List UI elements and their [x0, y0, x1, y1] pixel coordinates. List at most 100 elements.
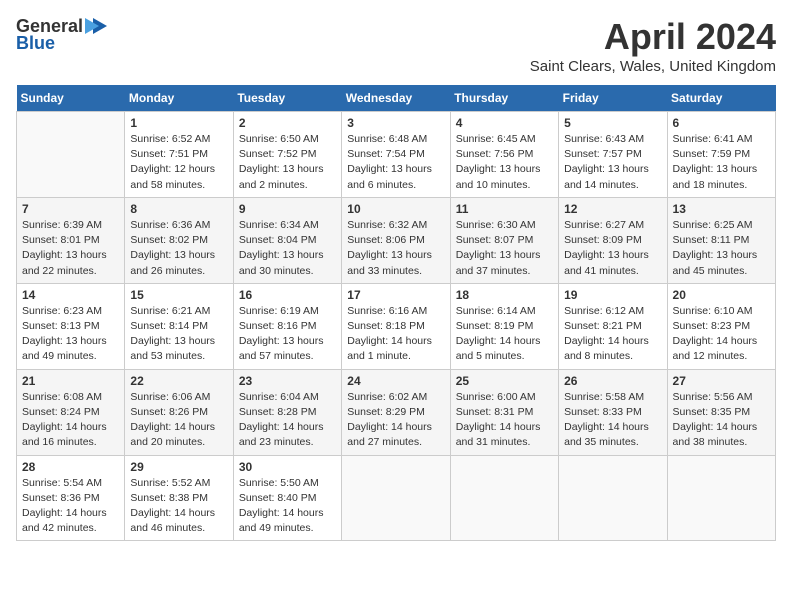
calendar-cell: 7 Sunrise: 6:39 AMSunset: 8:01 PMDaylight…: [17, 197, 125, 283]
day-info: Sunrise: 6:19 AMSunset: 8:16 PMDaylight:…: [239, 305, 324, 363]
calendar-cell: 8Sunrise: 6:36 AMSunset: 8:02 PMDaylight…: [125, 197, 233, 283]
day-number: 11: [456, 202, 553, 216]
calendar-cell: [342, 455, 450, 541]
day-number: 15: [130, 288, 227, 302]
calendar-table: SundayMondayTuesdayWednesdayThursdayFrid…: [16, 85, 776, 541]
day-number: 29: [130, 460, 227, 474]
calendar-cell: 14 Sunrise: 6:23 AMSunset: 8:13 PMDayligh…: [17, 283, 125, 369]
day-number: 28: [22, 460, 119, 474]
calendar-cell: 18 Sunrise: 6:14 AMSunset: 8:19 PMDayligh…: [450, 283, 558, 369]
day-number: 21: [22, 374, 119, 388]
weekday-header-row: SundayMondayTuesdayWednesdayThursdayFrid…: [17, 85, 776, 112]
calendar-cell: 1Sunrise: 6:52 AMSunset: 7:51 PMDaylight…: [125, 112, 233, 198]
day-info: Sunrise: 6:45 AMSunset: 7:56 PMDaylight:…: [456, 133, 541, 191]
day-info: Sunrise: 6:41 AMSunset: 7:59 PMDaylight:…: [673, 133, 758, 191]
day-number: 4: [456, 116, 553, 130]
calendar-week-2: 7 Sunrise: 6:39 AMSunset: 8:01 PMDaylight…: [17, 197, 776, 283]
calendar-cell: 9Sunrise: 6:34 AMSunset: 8:04 PMDaylight…: [233, 197, 341, 283]
calendar-cell: 11 Sunrise: 6:30 AMSunset: 8:07 PMDayligh…: [450, 197, 558, 283]
day-info: Sunrise: 5:52 AMSunset: 8:38 PMDaylight:…: [130, 477, 215, 535]
calendar-cell: 28Sunrise: 5:54 AMSunset: 8:36 PMDayligh…: [17, 455, 125, 541]
calendar-week-5: 28Sunrise: 5:54 AMSunset: 8:36 PMDayligh…: [17, 455, 776, 541]
day-info: Sunrise: 6:12 AMSunset: 8:21 PMDaylight:…: [564, 305, 649, 363]
day-info: Sunrise: 6:04 AMSunset: 8:28 PMDaylight:…: [239, 391, 324, 449]
calendar-cell: 3 Sunrise: 6:48 AMSunset: 7:54 PMDaylight…: [342, 112, 450, 198]
main-title: April 2024: [530, 16, 776, 58]
day-info: Sunrise: 6:27 AMSunset: 8:09 PMDaylight:…: [564, 219, 649, 277]
day-number: 14: [22, 288, 119, 302]
weekday-header-sunday: Sunday: [17, 85, 125, 112]
day-number: 18: [456, 288, 553, 302]
day-number: 27: [673, 374, 770, 388]
logo-blue: Blue: [16, 33, 55, 54]
day-number: 6: [673, 116, 770, 130]
day-info: Sunrise: 6:10 AMSunset: 8:23 PMDaylight:…: [673, 305, 758, 363]
day-number: 22: [130, 374, 227, 388]
weekday-header-monday: Monday: [125, 85, 233, 112]
calendar-cell: 22 Sunrise: 6:06 AMSunset: 8:26 PMDayligh…: [125, 369, 233, 455]
calendar-week-1: 1Sunrise: 6:52 AMSunset: 7:51 PMDaylight…: [17, 112, 776, 198]
day-info: Sunrise: 6:39 AMSunset: 8:01 PMDaylight:…: [22, 219, 107, 277]
subtitle: Saint Clears, Wales, United Kingdom: [530, 58, 776, 75]
day-number: 17: [347, 288, 444, 302]
day-info: Sunrise: 6:00 AMSunset: 8:31 PMDaylight:…: [456, 391, 541, 449]
day-info: Sunrise: 6:32 AMSunset: 8:06 PMDaylight:…: [347, 219, 432, 277]
day-info: Sunrise: 6:08 AMSunset: 8:24 PMDaylight:…: [22, 391, 107, 449]
calendar-week-4: 21 Sunrise: 6:08 AMSunset: 8:24 PMDayligh…: [17, 369, 776, 455]
day-number: 16: [239, 288, 336, 302]
day-number: 20: [673, 288, 770, 302]
calendar-cell: 30 Sunrise: 5:50 AMSunset: 8:40 PMDayligh…: [233, 455, 341, 541]
calendar-cell: [17, 112, 125, 198]
calendar-cell: 13Sunrise: 6:25 AMSunset: 8:11 PMDayligh…: [667, 197, 775, 283]
calendar-body: 1Sunrise: 6:52 AMSunset: 7:51 PMDaylight…: [17, 112, 776, 541]
day-info: Sunrise: 6:25 AMSunset: 8:11 PMDaylight:…: [673, 219, 758, 277]
day-info: Sunrise: 6:06 AMSunset: 8:26 PMDaylight:…: [130, 391, 215, 449]
day-number: 26: [564, 374, 661, 388]
day-info: Sunrise: 6:36 AMSunset: 8:02 PMDaylight:…: [130, 219, 215, 277]
day-number: 3: [347, 116, 444, 130]
day-info: Sunrise: 6:30 AMSunset: 8:07 PMDaylight:…: [456, 219, 541, 277]
calendar-cell: 10Sunrise: 6:32 AMSunset: 8:06 PMDayligh…: [342, 197, 450, 283]
calendar-cell: 12 Sunrise: 6:27 AMSunset: 8:09 PMDayligh…: [559, 197, 667, 283]
day-info: Sunrise: 6:23 AMSunset: 8:13 PMDaylight:…: [22, 305, 107, 363]
day-number: 7: [22, 202, 119, 216]
calendar-week-3: 14 Sunrise: 6:23 AMSunset: 8:13 PMDayligh…: [17, 283, 776, 369]
weekday-header-friday: Friday: [559, 85, 667, 112]
day-info: Sunrise: 6:52 AMSunset: 7:51 PMDaylight:…: [130, 133, 215, 191]
calendar-cell: 5Sunrise: 6:43 AMSunset: 7:57 PMDaylight…: [559, 112, 667, 198]
weekday-header-saturday: Saturday: [667, 85, 775, 112]
calendar-cell: 19 Sunrise: 6:12 AMSunset: 8:21 PMDayligh…: [559, 283, 667, 369]
day-number: 25: [456, 374, 553, 388]
calendar-cell: 16 Sunrise: 6:19 AMSunset: 8:16 PMDayligh…: [233, 283, 341, 369]
calendar-cell: 4 Sunrise: 6:45 AMSunset: 7:56 PMDaylight…: [450, 112, 558, 198]
calendar-cell: 17 Sunrise: 6:16 AMSunset: 8:18 PMDayligh…: [342, 283, 450, 369]
day-info: Sunrise: 6:16 AMSunset: 8:18 PMDaylight:…: [347, 305, 432, 363]
day-info: Sunrise: 6:48 AMSunset: 7:54 PMDaylight:…: [347, 133, 432, 191]
day-info: Sunrise: 5:58 AMSunset: 8:33 PMDaylight:…: [564, 391, 649, 449]
weekday-header-tuesday: Tuesday: [233, 85, 341, 112]
calendar-cell: 25 Sunrise: 6:00 AMSunset: 8:31 PMDayligh…: [450, 369, 558, 455]
calendar-cell: 27Sunrise: 5:56 AMSunset: 8:35 PMDayligh…: [667, 369, 775, 455]
day-number: 5: [564, 116, 661, 130]
day-number: 24: [347, 374, 444, 388]
calendar-cell: [450, 455, 558, 541]
calendar-cell: 23 Sunrise: 6:04 AMSunset: 8:28 PMDayligh…: [233, 369, 341, 455]
logo: General Blue: [16, 16, 107, 54]
calendar-cell: 24Sunrise: 6:02 AMSunset: 8:29 PMDayligh…: [342, 369, 450, 455]
calendar-cell: [559, 455, 667, 541]
calendar-cell: 15 Sunrise: 6:21 AMSunset: 8:14 PMDayligh…: [125, 283, 233, 369]
day-number: 9: [239, 202, 336, 216]
day-number: 19: [564, 288, 661, 302]
title-area: April 2024 Saint Clears, Wales, United K…: [530, 16, 776, 75]
calendar-cell: 29 Sunrise: 5:52 AMSunset: 8:38 PMDayligh…: [125, 455, 233, 541]
calendar-cell: 21 Sunrise: 6:08 AMSunset: 8:24 PMDayligh…: [17, 369, 125, 455]
day-info: Sunrise: 6:21 AMSunset: 8:14 PMDaylight:…: [130, 305, 215, 363]
day-info: Sunrise: 6:14 AMSunset: 8:19 PMDaylight:…: [456, 305, 541, 363]
day-number: 30: [239, 460, 336, 474]
day-number: 23: [239, 374, 336, 388]
day-info: Sunrise: 6:50 AMSunset: 7:52 PMDaylight:…: [239, 133, 324, 191]
day-info: Sunrise: 5:50 AMSunset: 8:40 PMDaylight:…: [239, 477, 324, 535]
day-number: 12: [564, 202, 661, 216]
weekday-header-thursday: Thursday: [450, 85, 558, 112]
header: General Blue April 2024 Saint Clears, Wa…: [16, 16, 776, 75]
